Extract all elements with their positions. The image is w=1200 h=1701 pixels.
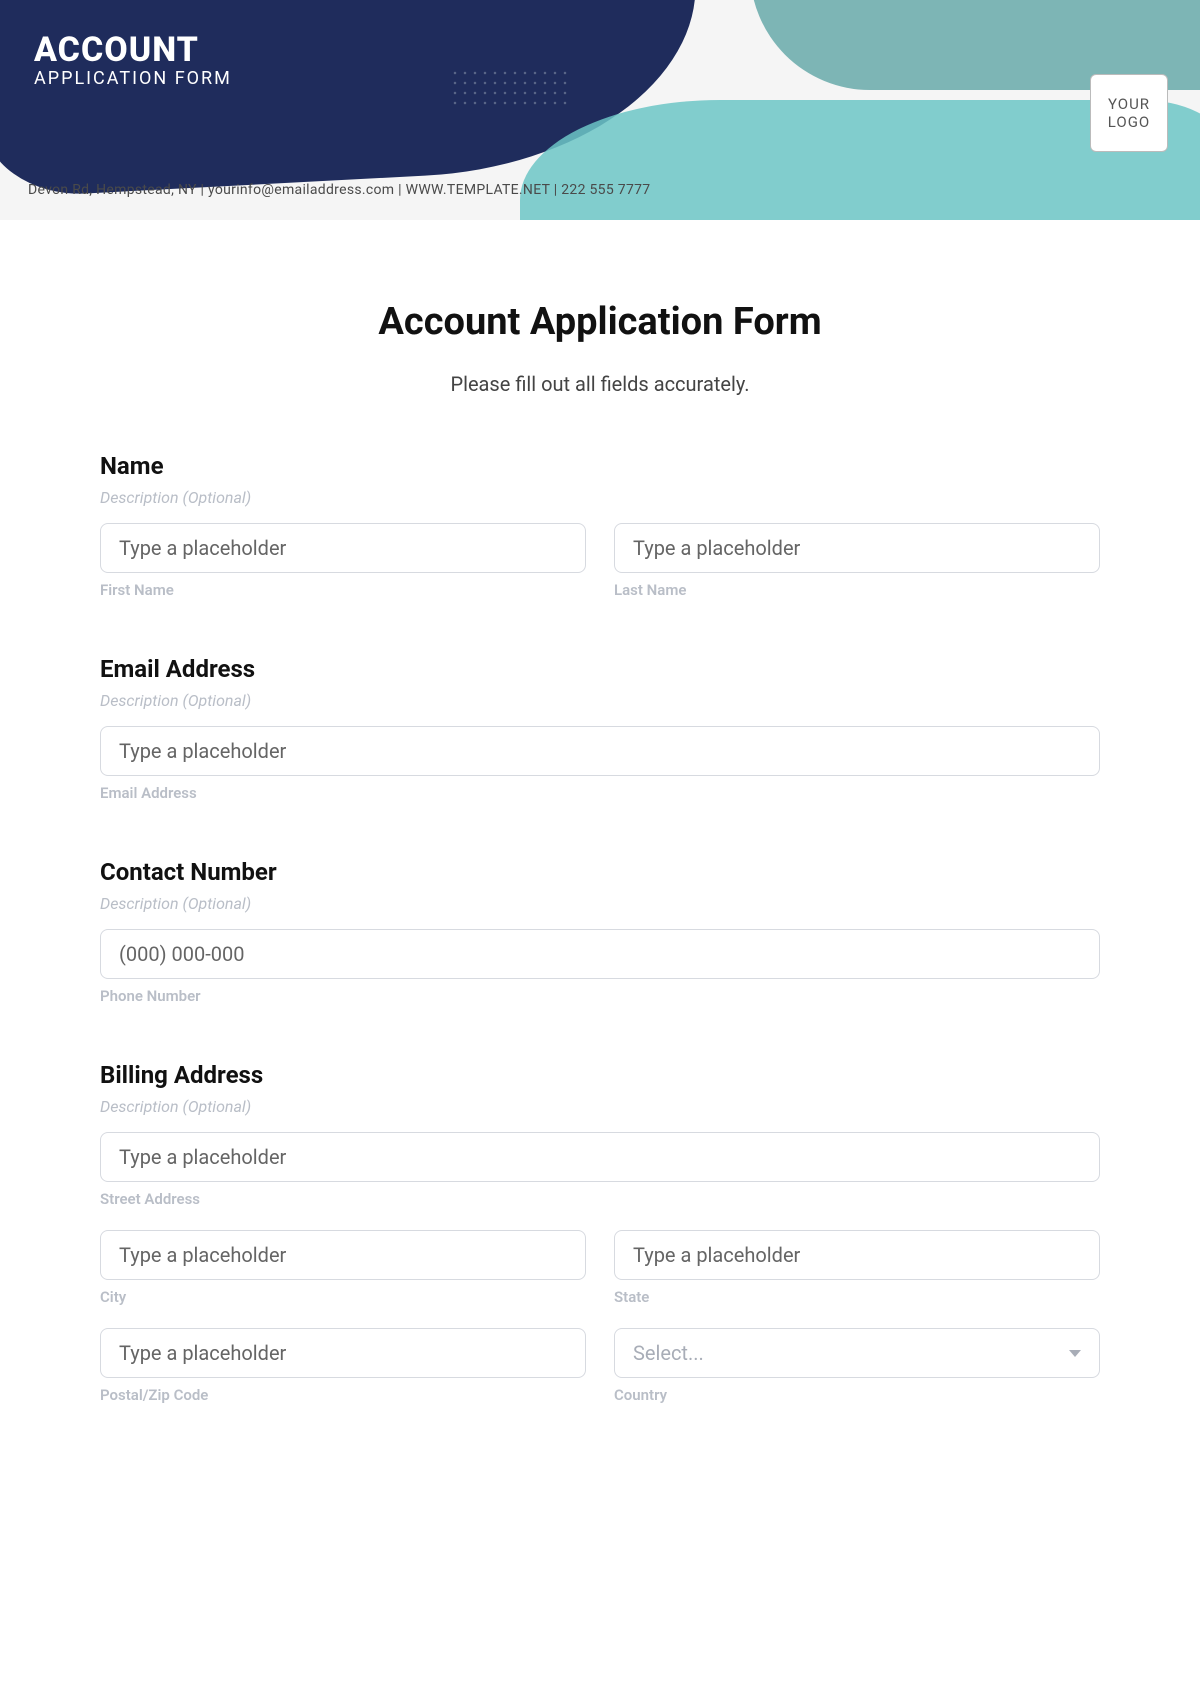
page-title: Account Application Form [100, 300, 1100, 344]
contact-info: Devon Rd, Hempstead, NY | yourinfo@email… [28, 182, 650, 198]
country-select[interactable]: Select... [614, 1328, 1100, 1378]
postal-sublabel: Postal/Zip Code [100, 1386, 586, 1404]
section-desc-billing: Description (Optional) [100, 1097, 1100, 1116]
state-input[interactable] [614, 1230, 1100, 1280]
last-name-input[interactable] [614, 523, 1100, 573]
email-sublabel: Email Address [100, 784, 1100, 802]
section-label-contact: Contact Number [100, 858, 1100, 886]
phone-sublabel: Phone Number [100, 987, 1100, 1005]
section-contact: Contact Number Description (Optional) Ph… [100, 858, 1100, 1005]
country-sublabel: Country [614, 1386, 1100, 1404]
decorative-dots [450, 68, 570, 108]
section-desc-name: Description (Optional) [100, 488, 1100, 507]
section-label-billing: Billing Address [100, 1061, 1100, 1089]
section-label-name: Name [100, 452, 1100, 480]
brand-title: ACCOUNT [34, 30, 232, 70]
brand-subtitle: APPLICATION FORM [34, 68, 232, 89]
phone-input[interactable] [100, 929, 1100, 979]
city-input[interactable] [100, 1230, 586, 1280]
street-input[interactable] [100, 1132, 1100, 1182]
section-name: Name Description (Optional) First Name L… [100, 452, 1100, 599]
section-label-email: Email Address [100, 655, 1100, 683]
form-container: Account Application Form Please fill out… [0, 220, 1200, 1500]
first-name-input[interactable] [100, 523, 586, 573]
country-select-placeholder: Select... [633, 1341, 704, 1365]
brand-block: ACCOUNT APPLICATION FORM [34, 30, 232, 89]
logo-placeholder: YOUR LOGO [1090, 74, 1168, 152]
last-name-sublabel: Last Name [614, 581, 1100, 599]
logo-text: YOUR LOGO [1091, 95, 1167, 131]
form-instruction: Please fill out all fields accurately. [100, 372, 1100, 396]
postal-input[interactable] [100, 1328, 586, 1378]
header-banner: ACCOUNT APPLICATION FORM YOUR LOGO Devon… [0, 0, 1200, 220]
email-input[interactable] [100, 726, 1100, 776]
section-billing: Billing Address Description (Optional) S… [100, 1061, 1100, 1404]
city-sublabel: City [100, 1288, 586, 1306]
state-sublabel: State [614, 1288, 1100, 1306]
section-email: Email Address Description (Optional) Ema… [100, 655, 1100, 802]
street-sublabel: Street Address [100, 1190, 1100, 1208]
chevron-down-icon [1069, 1350, 1081, 1357]
first-name-sublabel: First Name [100, 581, 586, 599]
section-desc-email: Description (Optional) [100, 691, 1100, 710]
section-desc-contact: Description (Optional) [100, 894, 1100, 913]
